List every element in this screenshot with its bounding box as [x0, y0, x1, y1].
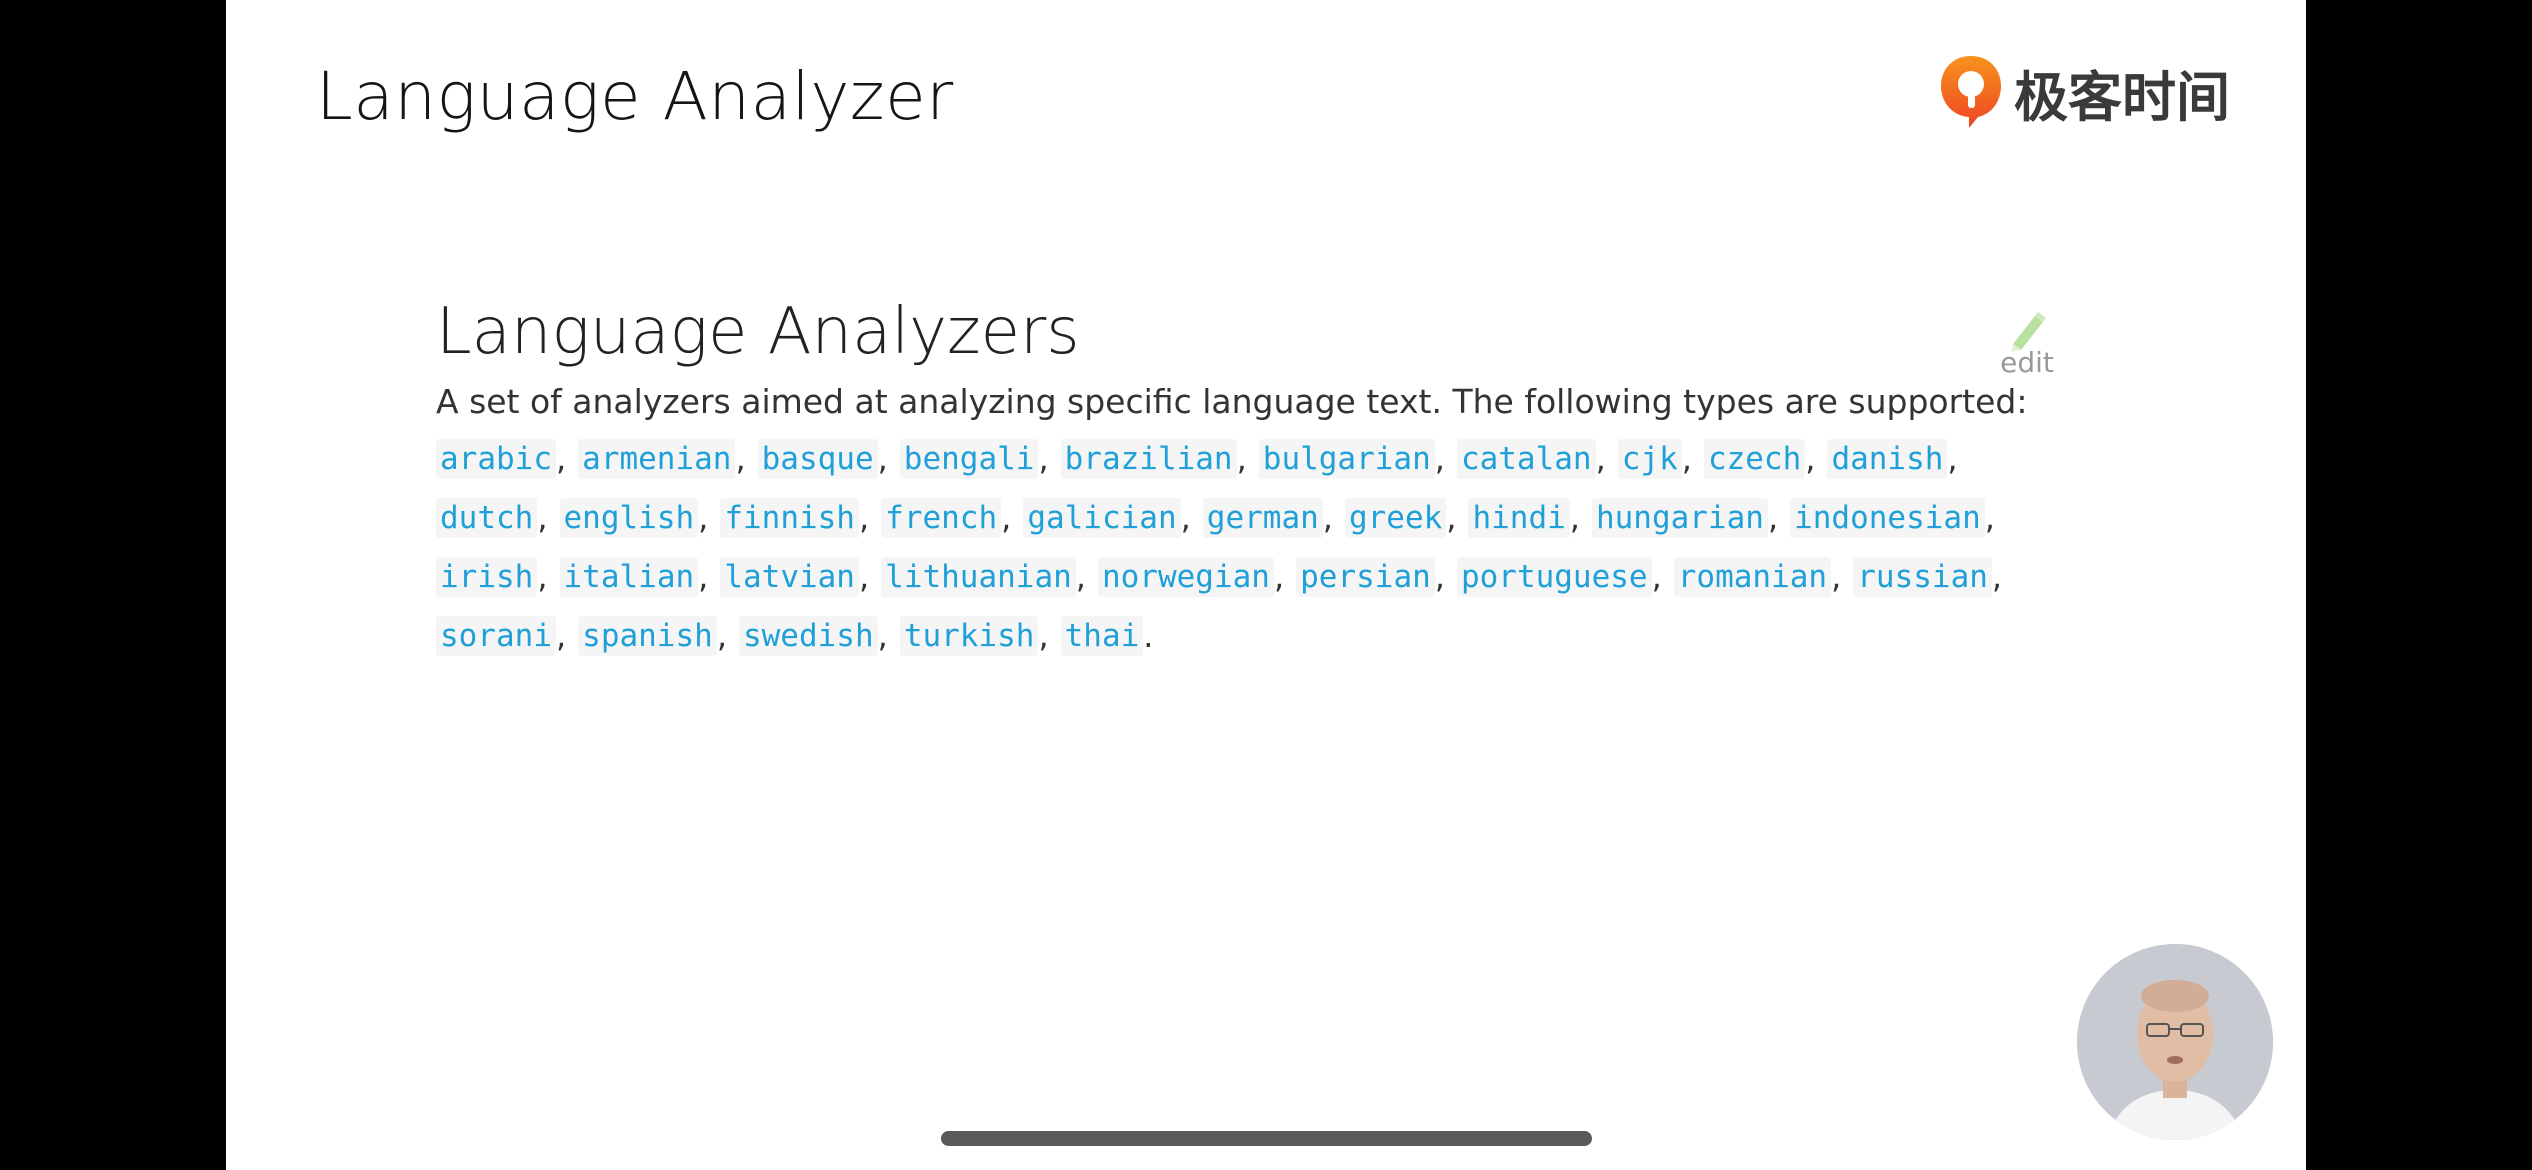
video-frame: Language Analyzer 极客时间 Language Analyzer… — [0, 0, 2532, 1170]
analyzer-code-turkish: turkish — [899, 615, 1039, 656]
analyzer-code-catalan: catalan — [1456, 438, 1596, 479]
analyzer-code-persian: persian — [1296, 556, 1435, 597]
analyzer-code-bengali: bengali — [899, 438, 1039, 479]
analyzer-line: dutch, english, finnish, french, galician, ge… — [436, 488, 2076, 547]
list-separator: , — [1984, 498, 1995, 537]
presenter-webcam — [2077, 944, 2273, 1140]
analyzer-code-czech: czech — [1703, 438, 1806, 479]
list-separator: , — [1236, 439, 1247, 478]
slide: Language Analyzer 极客时间 Language Analyzer… — [226, 0, 2306, 1170]
list-separator: , — [1991, 557, 2003, 596]
analyzer-code-hindi: hindi — [1468, 497, 1570, 538]
analyzer-code-cjk: cjk — [1617, 438, 1682, 479]
analyzer-code-lithuanian: lithuanian — [881, 556, 1076, 597]
analyzer-line: irish, italian, latvian, lithuanian, norwegi… — [436, 547, 2076, 606]
slide-title: Language Analyzer — [316, 58, 954, 135]
analyzer-line: sorani, spanish, swedish, turkish, thai. — [436, 606, 2076, 665]
list-separator: , — [1831, 557, 1842, 596]
analyzer-code-armenian: armenian — [578, 438, 736, 479]
analyzer-code-german: german — [1202, 497, 1323, 538]
list-separator: , — [555, 439, 567, 478]
analyzer-code-brazilian: brazilian — [1060, 438, 1237, 479]
analyzer-code-portuguese: portuguese — [1456, 556, 1652, 597]
analyzer-code-dutch: dutch — [436, 497, 538, 538]
presenter-avatar-icon — [2077, 944, 2273, 1140]
analyzer-code-danish: danish — [1827, 438, 1948, 479]
list-separator: , — [1434, 439, 1445, 478]
analyzer-code-arabic: arabic — [436, 438, 556, 479]
list-separator: , — [1569, 498, 1580, 537]
list-separator: , — [555, 616, 567, 655]
list-separator: , — [735, 439, 746, 478]
analyzer-line: arabic, armenian, basque, bengali, brazilian… — [436, 429, 2076, 488]
analyzer-code-french: french — [881, 497, 1002, 538]
edit-label: edit — [2000, 346, 2054, 379]
edit-link[interactable]: edit — [1999, 308, 2055, 379]
list-separator: , — [1434, 557, 1445, 596]
list-separator: , — [858, 498, 870, 537]
analyzer-code-romanian: romanian — [1673, 556, 1832, 597]
list-separator: , — [877, 616, 888, 655]
list-separator: , — [1001, 498, 1012, 537]
geektime-logo-icon — [1941, 56, 2001, 128]
analyzer-code-russian: russian — [1853, 556, 1992, 597]
list-separator: , — [537, 498, 548, 537]
list-separator: , — [1947, 439, 1958, 478]
analyzer-list: arabic, armenian, basque, bengali, brazilian… — [436, 429, 2076, 665]
list-separator: , — [1180, 498, 1191, 537]
list-separator: , — [698, 557, 709, 596]
list-terminator: . — [1143, 616, 1154, 655]
list-separator: , — [1681, 439, 1692, 478]
analyzer-code-hungarian: hungarian — [1591, 497, 1768, 538]
brand: 极客时间 — [1938, 52, 2230, 132]
analyzer-code-finnish: finnish — [720, 497, 859, 538]
doc-section: Language Analyzers A set of analyzers ai… — [436, 300, 2076, 665]
analyzer-code-irish: irish — [436, 556, 538, 597]
analyzer-code-english: english — [559, 497, 699, 538]
list-separator: , — [877, 439, 888, 478]
home-indicator[interactable] — [941, 1131, 1592, 1146]
doc-intro: A set of analyzers aimed at analyzing sp… — [436, 382, 2028, 421]
analyzer-code-sorani: sorani — [436, 615, 556, 656]
list-separator: , — [1273, 557, 1285, 596]
list-separator: , — [858, 557, 870, 596]
analyzer-code-norwegian: norwegian — [1097, 556, 1274, 597]
list-separator: , — [1322, 498, 1333, 537]
list-separator: , — [1038, 439, 1049, 478]
list-separator: , — [537, 557, 548, 596]
analyzer-code-italian: italian — [559, 556, 699, 597]
analyzer-code-spanish: spanish — [578, 615, 717, 656]
analyzer-code-basque: basque — [757, 438, 878, 479]
list-separator: , — [1038, 616, 1049, 655]
list-separator: , — [1595, 439, 1606, 478]
list-separator: , — [716, 616, 727, 655]
list-separator: , — [698, 498, 709, 537]
doc-heading: Language Analyzers — [436, 295, 1080, 369]
analyzer-code-greek: greek — [1344, 497, 1447, 538]
brand-name: 极客时间 — [2014, 65, 2230, 129]
list-separator: , — [1446, 498, 1457, 537]
analyzer-code-bulgarian: bulgarian — [1258, 438, 1435, 479]
analyzer-code-latvian: latvian — [720, 556, 859, 597]
list-separator: , — [1075, 557, 1086, 596]
analyzer-code-swedish: swedish — [738, 615, 878, 656]
analyzer-code-galician: galician — [1023, 497, 1181, 538]
list-separator: , — [1805, 439, 1816, 478]
list-separator: , — [1767, 498, 1779, 537]
analyzer-code-indonesian: indonesian — [1790, 497, 1985, 538]
analyzer-code-thai: thai — [1060, 615, 1144, 656]
list-separator: , — [1651, 557, 1662, 596]
